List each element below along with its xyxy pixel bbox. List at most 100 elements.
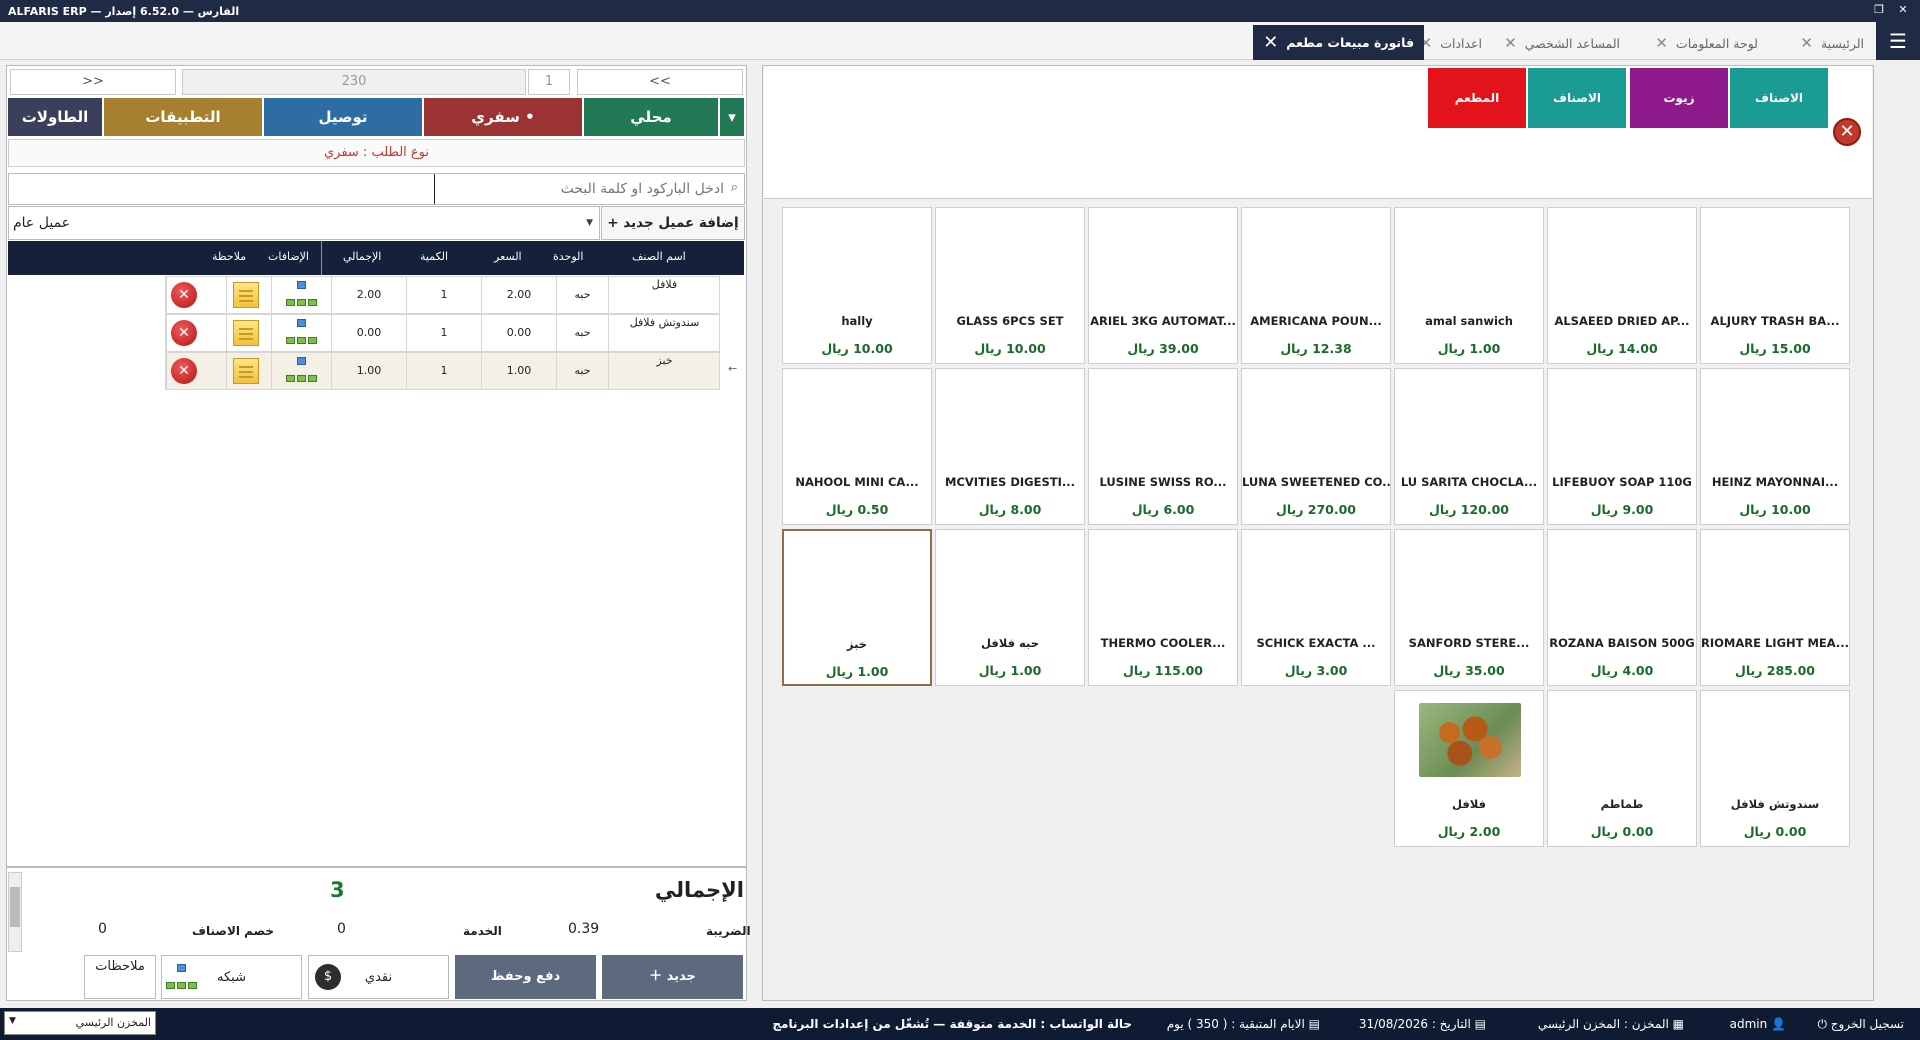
product-price: 1.00 ريال: [1437, 341, 1501, 356]
product-card[interactable]: THERMO COOLER... 115.00 ريال: [1088, 529, 1238, 686]
pay-save-button[interactable]: دفع وحفظ: [455, 955, 596, 999]
customer-select[interactable]: عميل عام ▼: [8, 206, 600, 240]
note-icon[interactable]: [233, 358, 259, 384]
name-cell: سندوتش فلافل: [608, 315, 720, 351]
hamburger-menu-icon[interactable]: ☰: [1876, 22, 1920, 60]
product-card[interactable]: LU SARITA CHOCLA... 120.00 ريال: [1394, 368, 1544, 525]
tab-home[interactable]: الرئيسية ✕: [1800, 28, 1864, 58]
product-price: 2.00 ريال: [1437, 824, 1501, 839]
search-box: ⌕: [8, 173, 745, 205]
product-card[interactable]: حبه فلافل 1.00 ريال: [935, 529, 1085, 686]
grand-total-label: الإجمالي: [654, 878, 744, 902]
scrollbar[interactable]: [8, 872, 22, 952]
addons-icon[interactable]: [286, 281, 317, 309]
product-card[interactable]: hally 10.00 ريال: [782, 207, 932, 364]
notes-button[interactable]: ملاحظات: [84, 955, 156, 999]
product-price: 10.00 ريال: [974, 341, 1046, 356]
addons-icon[interactable]: [286, 357, 317, 385]
product-card[interactable]: LUNA SWEETENED CO... 270.00 ريال: [1241, 368, 1391, 525]
close-icon[interactable]: ✕: [1800, 34, 1813, 52]
product-card[interactable]: SCHICK EXACTA ... 3.00 ريال: [1241, 529, 1391, 686]
table-row[interactable]: ✕ 0.00 1 0.00 حبه سندوتش فلافل: [165, 314, 720, 352]
apps-button[interactable]: التطبيقات: [104, 98, 262, 136]
tax-label: الضريبة: [706, 924, 751, 938]
product-price: 270.00 ريال: [1275, 502, 1357, 517]
new-button[interactable]: ＋ جديد: [602, 955, 743, 999]
tax-value: 0.39: [568, 921, 600, 937]
category-button[interactable]: الاصناف: [1730, 68, 1828, 128]
note-icon[interactable]: [233, 282, 259, 308]
tab-assistant[interactable]: المساعد الشخصي ✕: [1504, 28, 1620, 58]
table-row[interactable]: ✕ 2.00 1 2.00 حبه فلافل: [165, 276, 720, 314]
product-card[interactable]: LIFEBUOY SOAP 110G 9.00 ريال: [1547, 368, 1697, 525]
tab-settings[interactable]: اعدادات ✕: [1420, 28, 1482, 58]
close-icon[interactable]: ✕: [1655, 34, 1668, 52]
delete-icon[interactable]: ✕: [171, 282, 197, 308]
logout-link[interactable]: تسجيل الخروج ⏻: [1817, 1017, 1904, 1032]
product-card[interactable]: فلافل 2.00 ريال: [1394, 690, 1544, 847]
product-name: LUNA SWEETENED CO...: [1242, 475, 1390, 489]
product-name: ROZANA BAISON 500G: [1549, 636, 1695, 650]
close-icon[interactable]: ✕: [1263, 32, 1278, 53]
product-card[interactable]: سندوتش فلافل 0.00 ريال: [1700, 690, 1850, 847]
add-customer-button[interactable]: إضافة عميل جديد +: [601, 206, 745, 240]
table-row[interactable]: ✕ 1.00 1 1.00 حبه خبز: [165, 352, 720, 390]
product-card[interactable]: ALSAEED DRIED AP... 14.00 ريال: [1547, 207, 1697, 364]
takeaway-button[interactable]: سفري •: [424, 98, 582, 136]
chevron-down-icon: ▼: [9, 1016, 16, 1026]
status-bar: تسجيل الخروج ⏻ 👤 admin ▦ المخزن : المخزن…: [0, 1008, 1920, 1040]
restore-icon[interactable]: ❐: [1872, 3, 1886, 17]
product-card[interactable]: HEINZ MAYONNAI... 10.00 ريال: [1700, 368, 1850, 525]
close-window-icon[interactable]: ✕: [1896, 3, 1910, 17]
product-card[interactable]: ALJURY TRASH BA... 15.00 ريال: [1700, 207, 1850, 364]
price-cell: 0.00: [481, 315, 556, 351]
tables-button[interactable]: الطاولات: [8, 98, 102, 136]
category-button[interactable]: الاصناف: [1528, 68, 1626, 128]
scrollbar-thumb[interactable]: [10, 887, 20, 927]
qty-cell[interactable]: 1: [406, 353, 481, 389]
product-price: 35.00 ريال: [1433, 663, 1505, 678]
search-input[interactable]: [434, 174, 724, 204]
store-select[interactable]: ▼ المخزن الرئيسي: [4, 1011, 156, 1035]
product-name: خبز: [846, 637, 868, 651]
tab-label: الرئيسية: [1820, 35, 1864, 51]
network-button[interactable]: شبكه: [161, 955, 302, 999]
product-card[interactable]: ARIEL 3KG AUTOMAT... 39.00 ريال: [1088, 207, 1238, 364]
grand-total-value: 3: [330, 878, 345, 902]
tab-restaurant-invoice[interactable]: فاتورة مبيعات مطعم ✕: [1253, 25, 1424, 60]
product-name: SANFORD STERE...: [1408, 636, 1530, 650]
product-card[interactable]: AMERICANA POUN... 12.38 ريال: [1241, 207, 1391, 364]
note-cell: [226, 277, 271, 313]
order-type-dropdown[interactable]: ▾: [720, 98, 744, 136]
delete-icon[interactable]: ✕: [171, 320, 197, 346]
cash-label: نقدي: [364, 970, 393, 985]
close-icon[interactable]: ✕: [1504, 34, 1517, 52]
product-card[interactable]: LUSINE SWISS RO... 6.00 ريال: [1088, 368, 1238, 525]
delivery-button[interactable]: توصيل: [264, 98, 422, 136]
tab-dashboard[interactable]: لوحة المعلومات ✕: [1655, 28, 1758, 58]
product-card[interactable]: خبز 1.00 ريال: [782, 529, 932, 686]
next-button[interactable]: <<: [577, 69, 743, 95]
cash-button[interactable]: $ نقدي: [308, 955, 449, 999]
product-card[interactable]: NAHOOL MINI CA... 0.50 ريال: [782, 368, 932, 525]
product-card[interactable]: MCVITIES DIGESTI... 8.00 ريال: [935, 368, 1085, 525]
prev-button[interactable]: >>: [10, 69, 176, 95]
qty-cell[interactable]: 1: [406, 315, 481, 351]
tab-label: اعدادات: [1440, 35, 1482, 51]
product-card[interactable]: amal sanwich 1.00 ريال: [1394, 207, 1544, 364]
qty-cell[interactable]: 1: [406, 277, 481, 313]
product-card[interactable]: SANFORD STERE... 35.00 ريال: [1394, 529, 1544, 686]
note-icon[interactable]: [233, 320, 259, 346]
addons-icon[interactable]: [286, 319, 317, 347]
product-price: 120.00 ريال: [1428, 502, 1510, 517]
category-button[interactable]: زيوت: [1630, 68, 1728, 128]
delete-icon[interactable]: ✕: [171, 358, 197, 384]
close-icon[interactable]: ✕: [1833, 118, 1861, 146]
category-button[interactable]: المطعم: [1428, 68, 1526, 128]
product-card[interactable]: ROZANA BAISON 500G 4.00 ريال: [1547, 529, 1697, 686]
local-button[interactable]: محلي: [584, 98, 718, 136]
product-card[interactable]: RIOMARE LIGHT MEA... 285.00 ريال: [1700, 529, 1850, 686]
product-card[interactable]: طماطم 0.00 ريال: [1547, 690, 1697, 847]
product-name: LIFEBUOY SOAP 110G: [1552, 475, 1692, 489]
product-card[interactable]: GLASS 6PCS SET 10.00 ريال: [935, 207, 1085, 364]
